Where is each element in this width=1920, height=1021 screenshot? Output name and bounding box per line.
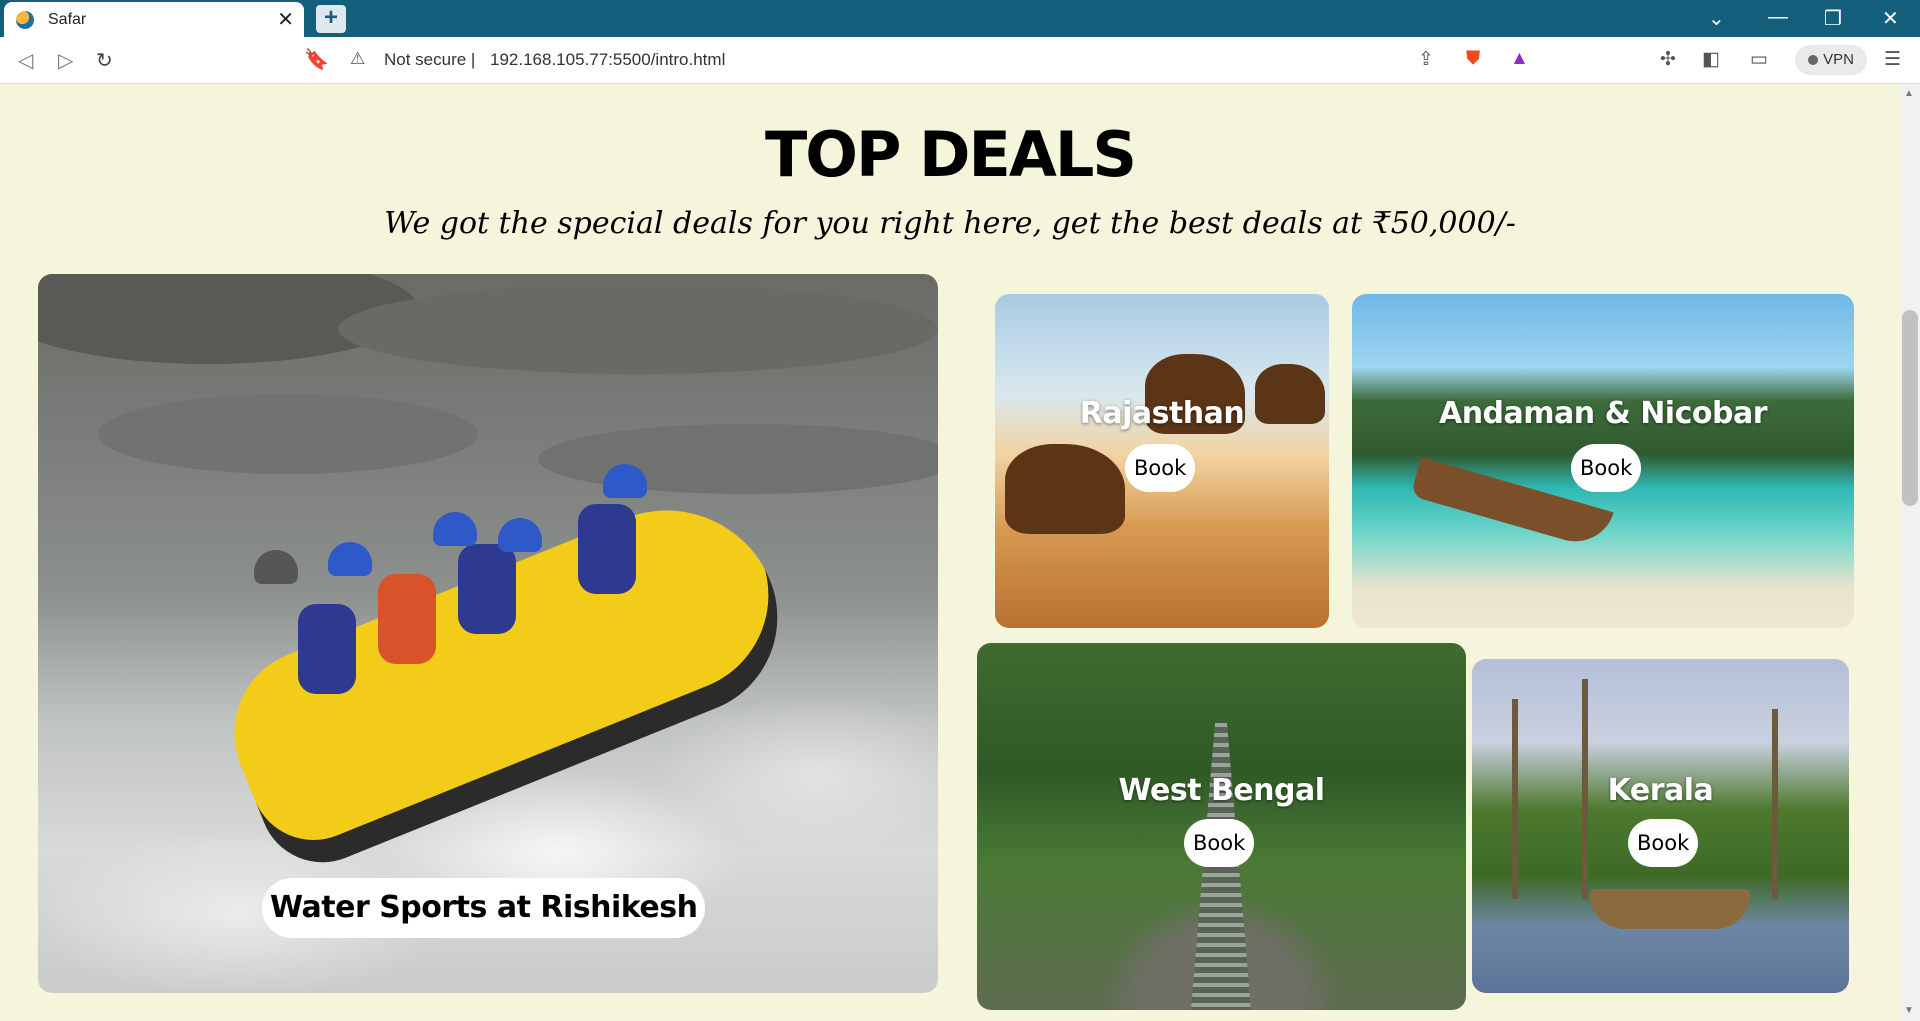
bookmark-icon[interactable]: 🔖: [304, 47, 329, 72]
page-subtitle: We got the special deals for you right h…: [384, 206, 1516, 241]
houseboat-shape: [1590, 889, 1750, 929]
vpn-label: VPN: [1823, 51, 1854, 68]
rafter-shape: [458, 544, 516, 634]
new-tab-button[interactable]: +: [316, 5, 346, 33]
tab-bar: Safar ✕ + ⌄ — ❐ ✕: [0, 0, 1920, 37]
restore-icon[interactable]: ❐: [1824, 6, 1842, 31]
vpn-button[interactable]: VPN: [1795, 45, 1867, 75]
url-text[interactable]: 192.168.105.77:5500/intro.html: [490, 50, 725, 70]
scroll-down-icon[interactable]: ▼: [1904, 1005, 1914, 1016]
rafter-shape: [378, 574, 436, 664]
deal-card-kerala[interactable]: Kerala Book: [1472, 659, 1849, 993]
address-bar: ◁ ▷ ↻ 🔖 ⚠ Not secure | 192.168.105.77:55…: [0, 37, 1920, 84]
deal-title: Rajasthan: [1079, 396, 1245, 431]
helmet-shape: [433, 512, 477, 546]
scrollbar[interactable]: [1900, 84, 1920, 1021]
featured-deal-card[interactable]: Water Sports at Rishikesh: [38, 274, 938, 993]
security-status[interactable]: Not secure |: [384, 50, 475, 70]
rock-shape: [538, 424, 938, 494]
browser-tab[interactable]: Safar ✕: [4, 2, 304, 37]
back-icon[interactable]: ◁: [18, 48, 33, 73]
warning-icon[interactable]: ⚠: [350, 49, 365, 69]
deal-card-rajasthan[interactable]: Rajasthan Book: [995, 294, 1329, 628]
menu-icon[interactable]: ☰: [1884, 48, 1901, 71]
helmet-shape: [254, 550, 298, 584]
deal-card-andaman[interactable]: Andaman & Nicobar Book: [1352, 294, 1854, 628]
sidebar-icon[interactable]: ◧: [1702, 48, 1720, 71]
reload-icon[interactable]: ↻: [96, 48, 113, 73]
scroll-up-icon[interactable]: ▲: [1904, 88, 1914, 99]
deal-title: West Bengal: [1118, 773, 1325, 808]
share-icon[interactable]: ⇪: [1418, 48, 1434, 71]
featured-deal-label: Water Sports at Rishikesh: [262, 878, 706, 938]
tab-title: Safar: [48, 11, 87, 28]
extensions-icon[interactable]: ✣: [1660, 48, 1676, 71]
rafter-shape: [298, 604, 356, 694]
close-window-icon[interactable]: ✕: [1882, 6, 1899, 31]
wallet-icon[interactable]: ▭: [1750, 48, 1768, 71]
page-title: TOP DEALS: [765, 118, 1137, 191]
rafter-shape: [578, 504, 636, 594]
deal-title: Andaman & Nicobar: [1438, 396, 1768, 431]
rock-shape: [338, 284, 938, 374]
scrollbar-thumb[interactable]: [1902, 310, 1918, 506]
brave-rewards-icon[interactable]: ▲: [1510, 48, 1529, 70]
camel-shape: [1005, 444, 1125, 534]
tab-search-dropdown-icon[interactable]: ⌄: [1708, 6, 1725, 31]
site-favicon-icon: [16, 11, 34, 29]
minimize-icon[interactable]: —: [1768, 6, 1788, 29]
rock-shape: [98, 394, 478, 474]
vpn-status-icon: [1808, 55, 1819, 65]
deal-card-west-bengal[interactable]: West Bengal Book: [977, 643, 1466, 1010]
book-button[interactable]: Book: [1184, 819, 1255, 867]
book-button[interactable]: Book: [1628, 819, 1699, 867]
book-button[interactable]: Book: [1571, 444, 1642, 492]
book-button[interactable]: Book: [1125, 444, 1196, 492]
forward-icon[interactable]: ▷: [58, 48, 73, 73]
helmet-shape: [498, 518, 542, 552]
deal-title: Kerala: [1607, 773, 1714, 808]
brave-shield-icon[interactable]: ⛊: [1466, 48, 1480, 70]
tab-close-icon[interactable]: ✕: [277, 7, 294, 32]
helmet-shape: [328, 542, 372, 576]
